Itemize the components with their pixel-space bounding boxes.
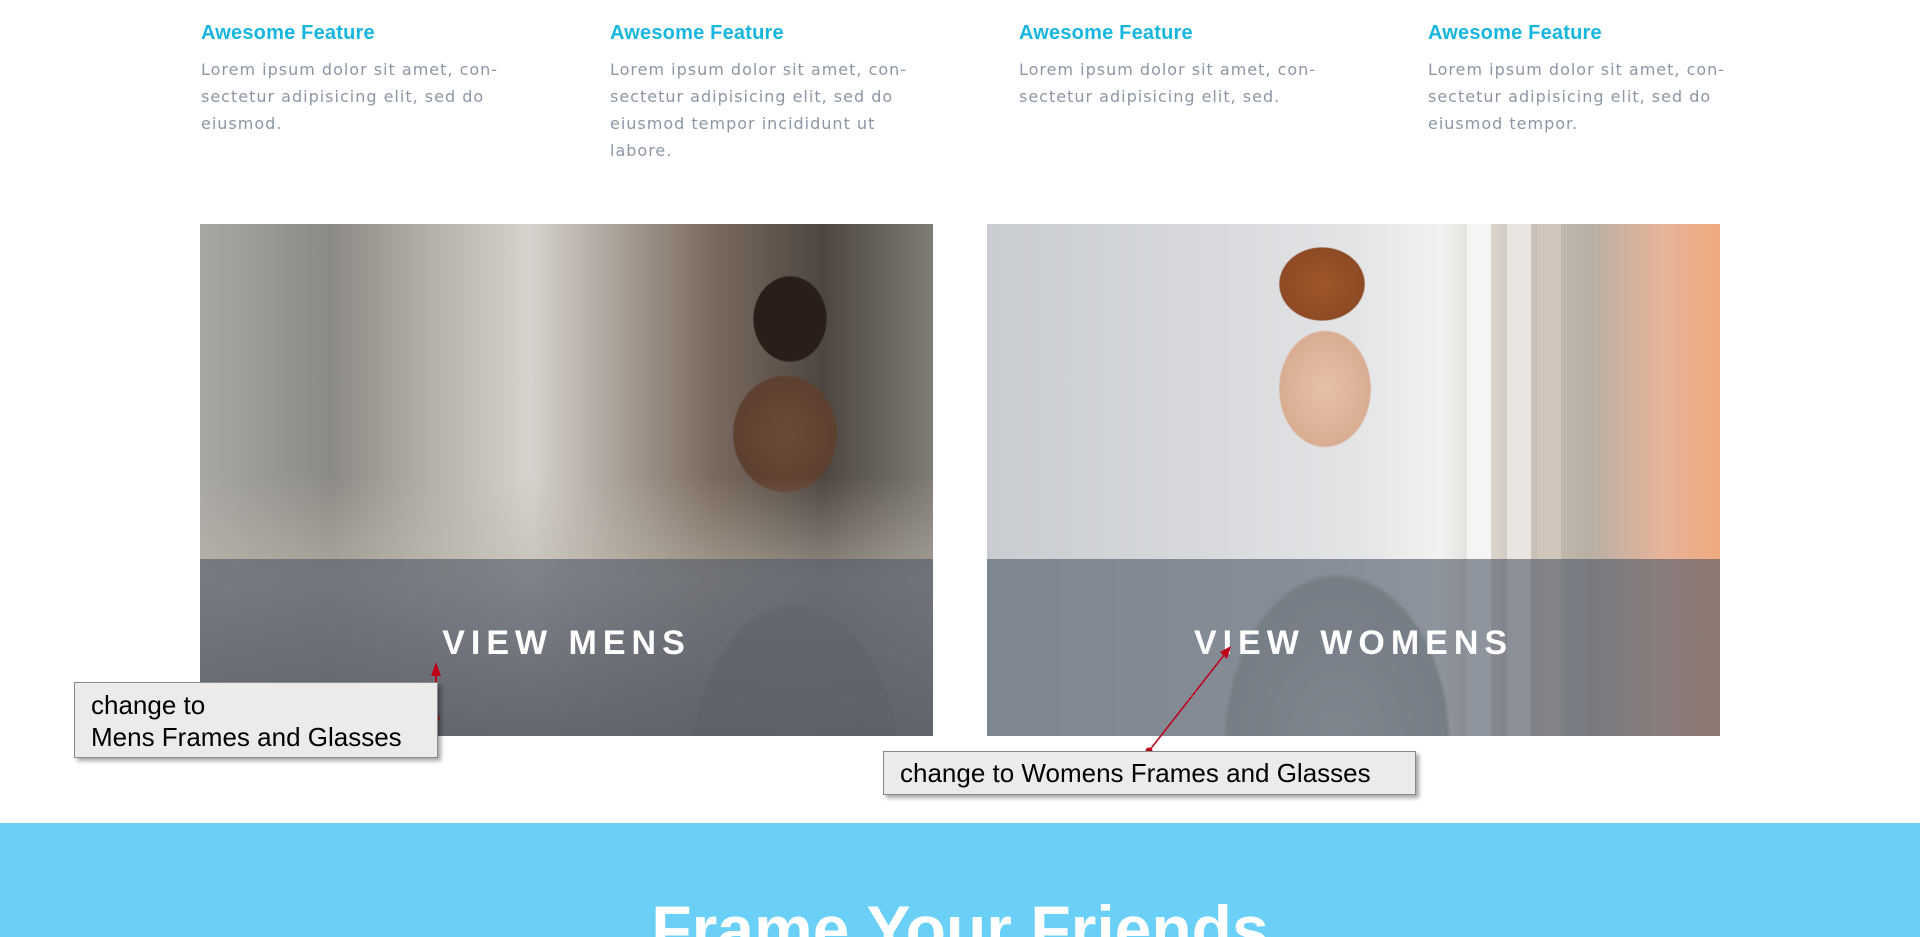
feature-title: Awesome Feature (1428, 22, 1602, 44)
feature-item: Awesome Feature Lorem ipsum dolor sit am… (1019, 20, 1428, 164)
view-mens-label[interactable]: VIEW MENS (200, 624, 933, 663)
feature-text: Lorem ipsum dolor sit amet, con-sectetur… (610, 60, 908, 160)
feature-text: Lorem ipsum dolor sit amet, con-sectetur… (201, 60, 499, 133)
feature-item: Awesome Feature Lorem ipsum dolor sit am… (201, 20, 610, 164)
mens-annotation-line2: Mens Frames and Glasses (91, 722, 402, 752)
feature-item: Awesome Feature Lorem ipsum dolor sit am… (610, 20, 1019, 164)
feature-title: Awesome Feature (201, 22, 375, 44)
friends-banner: Frame Your Friends (0, 823, 1920, 937)
feature-item: Awesome Feature Lorem ipsum dolor sit am… (1428, 20, 1837, 164)
view-mens-tile[interactable]: VIEW MENS (200, 224, 933, 736)
feature-title: Awesome Feature (610, 22, 784, 44)
feature-text: Lorem ipsum dolor sit amet, con-sectetur… (1019, 60, 1317, 106)
banner-title: Frame Your Friends (651, 892, 1269, 937)
feature-row: Awesome Feature Lorem ipsum dolor sit am… (201, 20, 1724, 164)
feature-text: Lorem ipsum dolor sit amet, con-sectetur… (1428, 60, 1726, 133)
mens-annotation-note: change to Mens Frames and Glasses (74, 682, 438, 758)
page: Awesome Feature Lorem ipsum dolor sit am… (0, 0, 1920, 937)
womens-annotation-note: change to Womens Frames and Glasses (883, 751, 1416, 795)
view-womens-label[interactable]: VIEW WOMENS (987, 624, 1720, 663)
view-womens-tile[interactable]: VIEW WOMENS (987, 224, 1720, 736)
mens-annotation-line1: change to (91, 690, 206, 720)
feature-title: Awesome Feature (1019, 22, 1193, 44)
